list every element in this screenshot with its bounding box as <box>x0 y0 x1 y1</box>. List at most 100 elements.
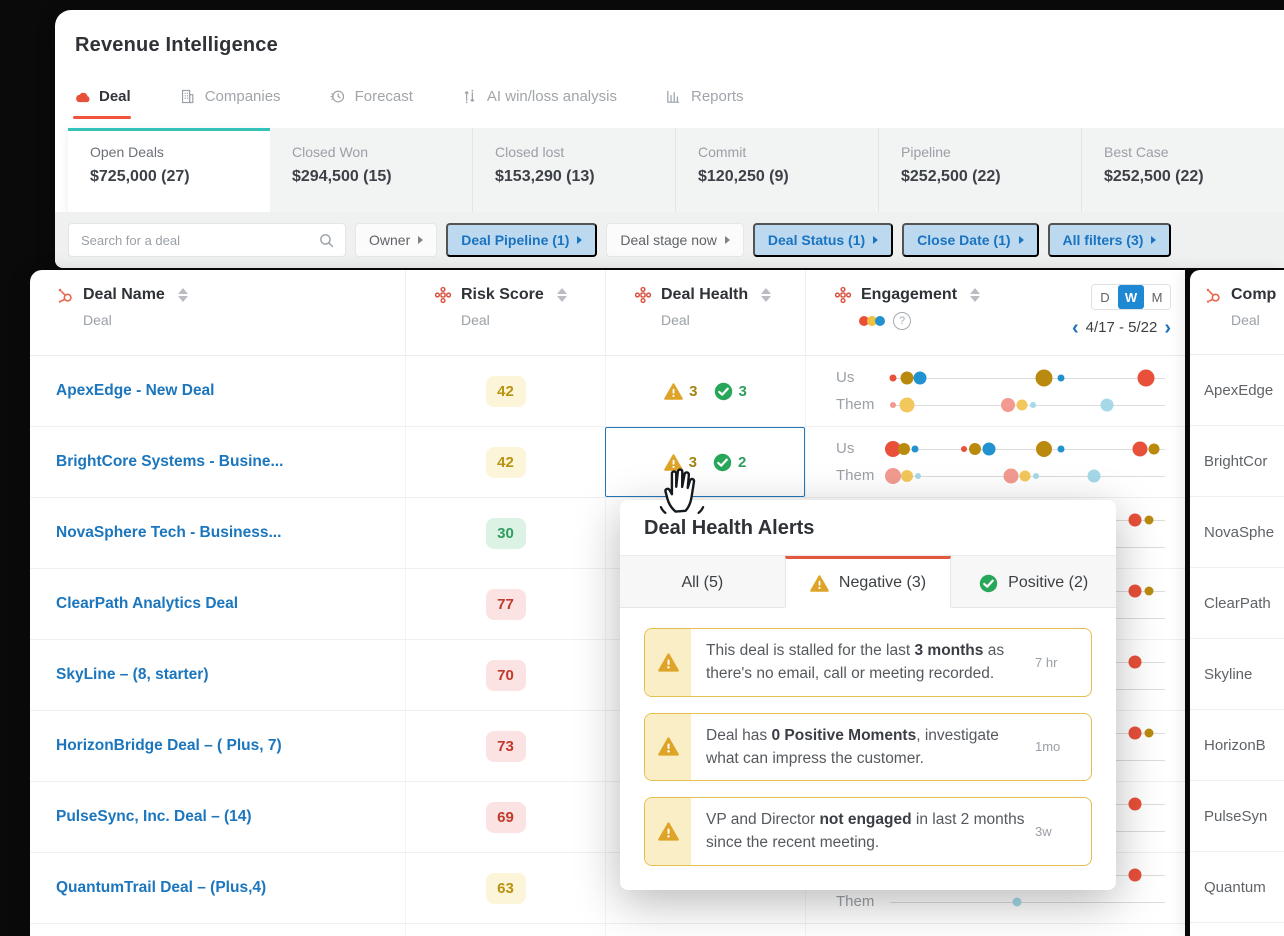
risk-score-cell: 30 <box>405 498 605 568</box>
engagement-side-label: Them <box>836 467 875 484</box>
filter-chip-close-date-1-[interactable]: Close Date (1) <box>902 223 1039 257</box>
popup-tab-positive-2-[interactable]: Positive (2) <box>951 556 1117 608</box>
popup-tab-label: All (5) <box>681 574 724 591</box>
sort-control[interactable] <box>761 288 772 302</box>
summary-card-closed-lost[interactable]: Closed lost $153,290 (13) <box>472 128 675 212</box>
chevron-right-icon <box>724 236 730 244</box>
engagement-dot <box>1019 470 1031 481</box>
alert-card[interactable]: This deal is stalled for the last 3 mont… <box>644 628 1092 697</box>
alert-card[interactable]: VP and Director not engaged in last 2 mo… <box>644 797 1092 866</box>
risk-score-badge: 42 <box>485 446 526 478</box>
engagement-dot <box>911 445 919 452</box>
company-column-body: ApexEdge BrightCor NovaSphe ClearPath Skylin… <box>1190 355 1284 936</box>
nav-tab-deal[interactable]: Deal <box>73 88 131 119</box>
engagement-dot <box>889 401 896 408</box>
negative-alert-count: 3 <box>688 453 697 471</box>
summary-card-value: $725,000 (27) <box>90 168 190 185</box>
alert-card[interactable]: Deal has 0 Positive Moments, investigate… <box>644 712 1092 781</box>
engagement-dot <box>1057 374 1064 381</box>
engagement-dot <box>914 472 921 479</box>
nav-tab-reports[interactable]: Reports <box>665 88 744 119</box>
filter-chip-deal-status-1-[interactable]: Deal Status (1) <box>752 223 894 257</box>
company-cell: Quantum <box>1190 852 1284 923</box>
engagement-dot <box>1016 399 1028 410</box>
sort-control[interactable] <box>177 288 188 302</box>
help-icon[interactable]: ? <box>893 312 911 330</box>
summary-card-closed-won[interactable]: Closed Won $294,500 (15) <box>270 128 472 212</box>
column-header-risk-score: Risk Score Deal <box>405 270 605 355</box>
engagement-timeline: Them <box>836 889 1185 915</box>
nav-tab-ai-win-loss-analysis[interactable]: AI win/loss analysis <box>461 88 617 119</box>
engagement-track <box>890 933 1165 936</box>
search-input[interactable] <box>69 224 311 256</box>
deal-name-cell: SkyLine – (8, starter) <box>30 640 405 710</box>
deal-name-link[interactable]: BrightCore Systems - Busine... <box>56 453 283 471</box>
deal-health-cell[interactable] <box>605 924 805 936</box>
company-cell: PulseSyn <box>1190 781 1284 852</box>
deal-logo-icon <box>73 88 90 105</box>
deal-name-cell: ClearPath Analytics Deal <box>30 569 405 639</box>
deal-name-link[interactable]: ClearPath Analytics Deal <box>56 595 238 613</box>
deal-health-cell[interactable]: 33 <box>605 356 805 426</box>
chevron-right-icon <box>1151 236 1157 244</box>
popup-tab-all-5-[interactable]: All (5) <box>620 556 785 608</box>
company-cell <box>1190 923 1284 936</box>
risk-score-badge: 69 <box>485 801 526 833</box>
deal-name-cell: QuantumTrail Deal – (Plus,4) <box>30 853 405 923</box>
deal-name-link[interactable]: PulseSync, Inc. Deal – (14) <box>56 808 252 826</box>
filter-chip-all-filters-3-[interactable]: All filters (3) <box>1047 223 1172 257</box>
summary-card-open-deals[interactable]: Open Deals $725,000 (27) <box>68 128 270 212</box>
engagement-dot <box>913 371 927 384</box>
risk-score-badge: 42 <box>485 375 526 407</box>
column-subtitle: Deal <box>83 312 112 328</box>
engagement-side-label: Us <box>836 369 855 386</box>
deal-name-link[interactable]: NovaSphere Tech - Business... <box>56 524 281 542</box>
sort-control[interactable] <box>970 288 981 302</box>
nav-tab-forecast[interactable]: Forecast <box>329 88 413 119</box>
deal-name-link[interactable]: SkyLine – (8, starter) <box>56 666 208 684</box>
engagement-dot <box>1087 469 1100 482</box>
chevron-right-icon <box>873 236 879 244</box>
chevron-right-icon <box>577 236 583 244</box>
sort-control[interactable] <box>556 288 567 302</box>
summary-card-label: Commit <box>698 144 747 160</box>
summary-card-pipeline[interactable]: Pipeline $252,500 (22) <box>878 128 1081 212</box>
period-m-button[interactable]: M <box>1144 285 1170 309</box>
check-icon <box>979 574 998 593</box>
nav-tab-companies[interactable]: Companies <box>179 88 281 119</box>
risk-score-badge: 30 <box>485 517 526 549</box>
deal-name-link[interactable]: ApexEdge - New Deal <box>56 382 215 400</box>
engagement-side-label: Them <box>836 893 875 910</box>
deal-name-link[interactable]: QuantumTrail Deal – (Plus,4) <box>56 879 266 897</box>
engagement-timeline: Us <box>836 365 1185 391</box>
engagement-dot <box>1012 897 1021 906</box>
summary-card-best-case[interactable]: Best Case $252,500 (22) <box>1081 128 1284 212</box>
summary-card-commit[interactable]: Commit $120,250 (9) <box>675 128 878 212</box>
warning-icon <box>663 453 683 472</box>
alert-timestamp: 1mo <box>1035 739 1061 755</box>
filter-chip-deal-pipeline-1-[interactable]: Deal Pipeline (1) <box>446 223 598 257</box>
period-w-button[interactable]: W <box>1118 285 1144 309</box>
alert-message: This deal is stalled for the last 3 mont… <box>706 642 1005 683</box>
next-date-icon[interactable]: › <box>1164 318 1171 338</box>
filter-chip-label: All filters (3) <box>1062 232 1144 248</box>
period-d-button[interactable]: D <box>1092 285 1118 309</box>
engagement-dot <box>1148 443 1160 454</box>
filter-chip-deal-stage-now[interactable]: Deal stage now <box>606 223 744 257</box>
deal-name-cell: PulseSync, Inc. Deal – (14) <box>30 782 405 852</box>
deal-name-cell: ApexEdge - New Deal <box>30 356 405 426</box>
engagement-dot <box>900 469 913 482</box>
popup-tab-negative-3-[interactable]: Negative (3) <box>784 556 952 608</box>
alert-icon-strip <box>645 798 691 865</box>
risk-score-cell: 73 <box>405 711 605 781</box>
prev-date-icon[interactable]: ‹ <box>1072 318 1079 338</box>
positive-alert-count: 3 <box>738 382 747 400</box>
filter-chip-owner[interactable]: Owner <box>355 223 438 257</box>
alert-message: VP and Director not engaged in last 2 mo… <box>706 811 1025 852</box>
engagement-dot <box>1128 726 1142 739</box>
deal-search[interactable] <box>68 223 346 257</box>
popup-alerts-list: This deal is stalled for the last 3 mont… <box>620 608 1116 890</box>
deal-name-link[interactable]: HorizonBridge Deal – ( Plus, 7) <box>56 737 282 755</box>
positive-check-icon <box>713 453 732 472</box>
deal-health-cell[interactable]: 32 <box>605 427 805 514</box>
